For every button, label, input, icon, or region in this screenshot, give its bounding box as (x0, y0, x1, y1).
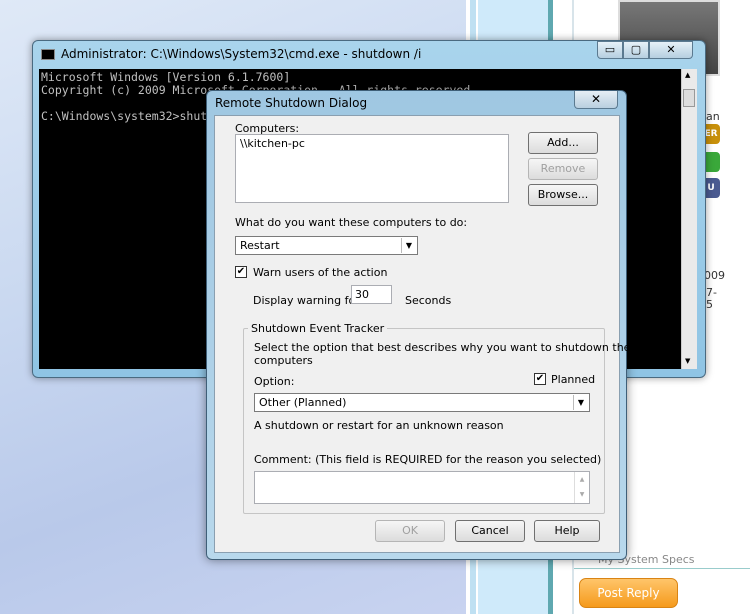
tracker-description: computers (254, 354, 313, 367)
shutdown-event-tracker-group: Shutdown Event Tracker Select the option… (243, 322, 630, 514)
display-warning-label: Display warning for (253, 294, 360, 307)
warning-seconds-input[interactable]: 30 (351, 285, 392, 304)
dialog-body: Computers: \\kitchen-pc Add... Remove Br… (214, 115, 630, 553)
tracker-description: Select the option that best describes wh… (254, 341, 631, 354)
cmd-icon (41, 49, 55, 60)
planned-label: Planned (551, 373, 596, 386)
close-button[interactable]: ✕ (649, 41, 693, 59)
computers-listbox[interactable]: \\kitchen-pc (235, 134, 509, 203)
option-label: Option: (254, 375, 295, 388)
comment-label: Comment: (This field is REQUIRED for the… (254, 453, 602, 466)
close-button[interactable]: ✕ (574, 91, 618, 109)
option-value: Other (Planned) (259, 396, 347, 409)
scroll-up-icon[interactable]: ▲ (685, 71, 690, 79)
scroll-thumb[interactable] (683, 89, 695, 107)
side-text: an (706, 110, 720, 123)
chevron-down-icon: ▼ (573, 395, 588, 410)
maximize-button[interactable]: ▢ (623, 41, 649, 59)
comment-scrollbar[interactable]: ▲ ▼ (574, 472, 589, 503)
scrollbar[interactable]: ▲ ▼ (681, 69, 697, 369)
list-item[interactable]: \\kitchen-pc (240, 137, 504, 150)
option-select[interactable]: Other (Planned) ▼ (254, 393, 590, 412)
remove-button[interactable]: Remove (528, 158, 598, 180)
seconds-label: Seconds (405, 294, 452, 307)
add-button[interactable]: Add... (528, 132, 598, 154)
browse-button[interactable]: Browse... (528, 184, 598, 206)
warn-label: Warn users of the action (253, 266, 388, 279)
divider (574, 568, 750, 569)
help-button[interactable]: Help (534, 520, 600, 542)
remote-shutdown-dialog: Remote Shutdown Dialog ✕ Computers: \\ki… (206, 90, 630, 560)
window-title: Administrator: C:\Windows\System32\cmd.e… (61, 47, 422, 61)
comment-textarea[interactable]: ▲ ▼ (254, 471, 590, 504)
ok-button[interactable]: OK (375, 520, 445, 542)
planned-checkbox[interactable]: ✔ (534, 373, 546, 385)
action-value: Restart (240, 239, 280, 252)
side-text: 009 (704, 269, 725, 282)
action-select[interactable]: Restart ▼ (235, 236, 418, 255)
post-reply-button[interactable]: Post Reply (579, 578, 678, 608)
dialog-title: Remote Shutdown Dialog (215, 96, 368, 110)
group-title: Shutdown Event Tracker (248, 322, 388, 335)
minimize-button[interactable]: ▭ (597, 41, 623, 59)
reason-description: A shutdown or restart for an unknown rea… (254, 419, 504, 432)
scroll-down-icon[interactable]: ▼ (685, 357, 690, 365)
chevron-down-icon: ▼ (401, 238, 416, 253)
side-text: 5 (706, 298, 713, 311)
action-label: What do you want these computers to do: (235, 216, 468, 229)
cancel-button[interactable]: Cancel (455, 520, 525, 542)
warn-checkbox[interactable]: ✔ (235, 266, 247, 278)
